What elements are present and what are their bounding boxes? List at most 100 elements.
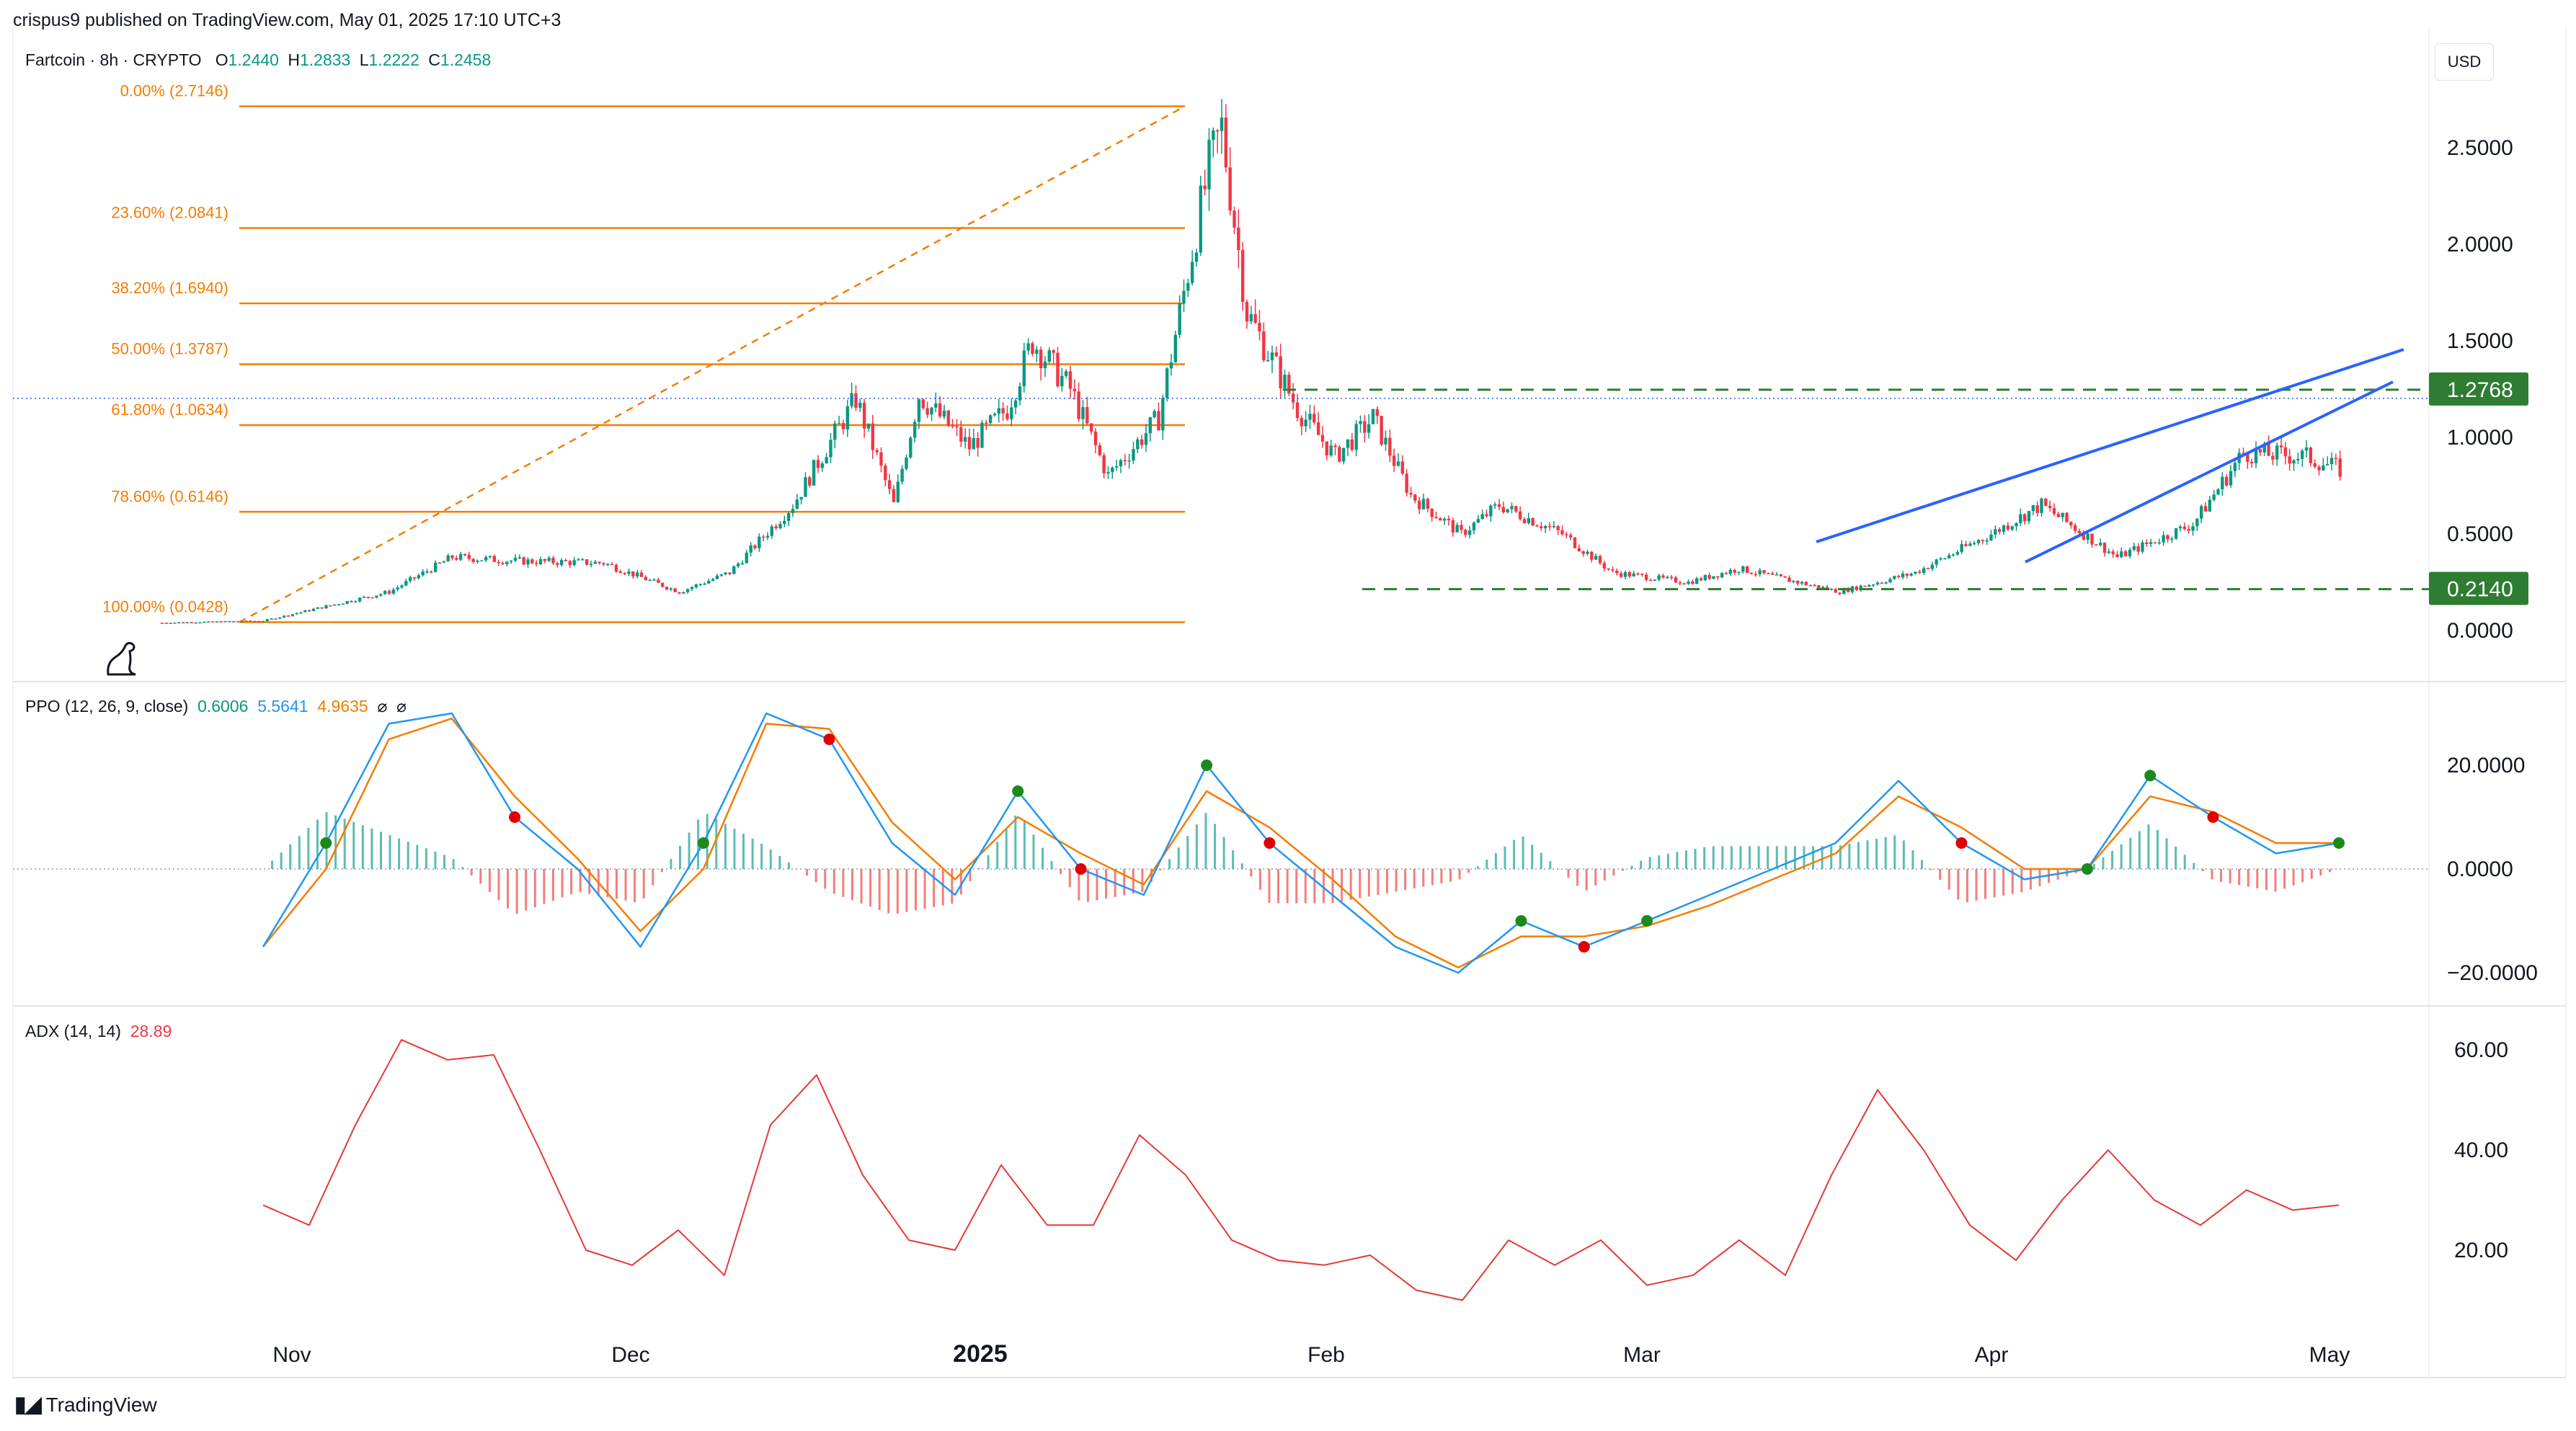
- price-tick-label: 1.0000: [2447, 426, 2513, 450]
- candle-body: [329, 605, 332, 607]
- candle-body: [370, 597, 374, 599]
- time-axis[interactable]: Nov Dec 2025 Feb Mar Apr May: [272, 1340, 2350, 1368]
- candle-body: [866, 423, 871, 429]
- candle-body: [2313, 463, 2317, 467]
- candle-body: [1026, 343, 1030, 351]
- candle-body: [1573, 537, 1577, 548]
- candle-body: [1754, 574, 1758, 576]
- candle-body: [1792, 580, 1795, 582]
- candle-body: [1300, 418, 1304, 427]
- candle-body: [1371, 409, 1375, 424]
- candle-body: [1304, 419, 1307, 427]
- candle-body: [1943, 558, 1947, 560]
- candle-body: [1132, 449, 1135, 461]
- candle-body: [657, 579, 660, 583]
- candle-body: [909, 437, 912, 458]
- candle-body: [396, 587, 399, 590]
- candle-body: [1178, 303, 1181, 335]
- candle-body: [1460, 525, 1463, 530]
- candle-body: [967, 437, 972, 450]
- candle-body: [577, 559, 580, 561]
- ppo-cross-dot: [1515, 915, 1527, 927]
- candle-body: [1434, 517, 1438, 519]
- candle-body: [2095, 544, 2098, 546]
- candle-body: [320, 607, 324, 609]
- drawing-overlays[interactable]: [13, 348, 2429, 591]
- candle-body: [522, 557, 525, 565]
- candle-body: [2128, 549, 2132, 557]
- candle-body: [316, 607, 320, 609]
- candle-body: [1270, 352, 1274, 360]
- candle-body: [492, 556, 497, 562]
- candle-body: [1262, 331, 1266, 360]
- candle-body: [185, 622, 190, 624]
- candle-body: [812, 460, 816, 486]
- candle-body: [2300, 450, 2304, 459]
- candle-body: [1392, 455, 1396, 466]
- candle-body: [2221, 476, 2224, 490]
- wedge-upper-line[interactable]: [1816, 348, 2404, 543]
- candle-body: [1173, 334, 1178, 362]
- candle-body: [173, 623, 177, 624]
- candle-body: [1657, 575, 1661, 580]
- candle-body: [509, 561, 513, 562]
- candle-body: [761, 536, 765, 538]
- candle-body: [930, 407, 933, 415]
- time-tick-label: Dec: [611, 1343, 649, 1367]
- candle-body: [841, 423, 845, 429]
- candle-body: [585, 559, 589, 565]
- ppo-cross-dot: [823, 734, 835, 745]
- candle-body: [1619, 573, 1623, 577]
- candle-body: [1804, 581, 1808, 586]
- candle-body: [1997, 529, 2002, 532]
- candle-body: [1875, 582, 1880, 585]
- candle-body: [379, 594, 383, 596]
- candle-body: [1182, 290, 1186, 303]
- candle-body: [1834, 589, 1837, 593]
- price-axis[interactable]: 2.5000 2.0000 1.5000 1.0000 0.5000 0.0000 1.27…: [2429, 136, 2528, 643]
- candle-body: [1914, 571, 1917, 574]
- candle-body: [1518, 511, 1522, 520]
- candle-body: [2178, 526, 2182, 529]
- candle-body: [2027, 511, 2031, 522]
- candle-body: [2111, 551, 2115, 555]
- candle-body: [1039, 349, 1043, 368]
- candle-body: [290, 614, 295, 616]
- candle-body: [1106, 472, 1110, 474]
- candle-body: [1266, 360, 1270, 362]
- time-tick-label: Feb: [1307, 1343, 1345, 1367]
- candle-body: [375, 595, 378, 598]
- candle-body: [231, 621, 236, 623]
- candle-body: [278, 617, 282, 619]
- candle-body: [1808, 585, 1812, 587]
- time-tick-label: Apr: [1975, 1343, 2009, 1367]
- candle-body: [1699, 578, 1703, 581]
- candle-body: [602, 563, 605, 565]
- wedge-lower-line[interactable]: [2025, 380, 2394, 563]
- tradingview-logo[interactable]: ▮◢ TradingView: [14, 1392, 157, 1417]
- candle-body: [1396, 461, 1400, 466]
- candle-body: [1535, 525, 1539, 527]
- candle-body: [1666, 576, 1669, 579]
- candle-body: [938, 403, 942, 417]
- candle-body: [1439, 518, 1442, 521]
- candle-body: [1333, 445, 1337, 447]
- candle-body: [1215, 130, 1220, 132]
- candle-body: [480, 560, 484, 562]
- candle-body: [2073, 525, 2077, 531]
- adx-legend: ADX (14, 14) 28.89: [25, 1022, 172, 1041]
- candle-body: [1560, 530, 1564, 535]
- candle-body: [635, 572, 639, 576]
- candle-body: [265, 619, 270, 621]
- candle-body: [627, 571, 631, 574]
- candle-body: [2077, 530, 2082, 534]
- candle-body: [698, 584, 702, 586]
- candle-body: [194, 622, 197, 624]
- candle-body: [1955, 552, 1960, 555]
- candle-body: [1258, 322, 1261, 331]
- candle-body: [1682, 583, 1686, 585]
- candle-body: [719, 574, 724, 576]
- candle-body: [1779, 574, 1783, 576]
- candle-body: [1127, 460, 1131, 462]
- candle-body: [1467, 530, 1472, 535]
